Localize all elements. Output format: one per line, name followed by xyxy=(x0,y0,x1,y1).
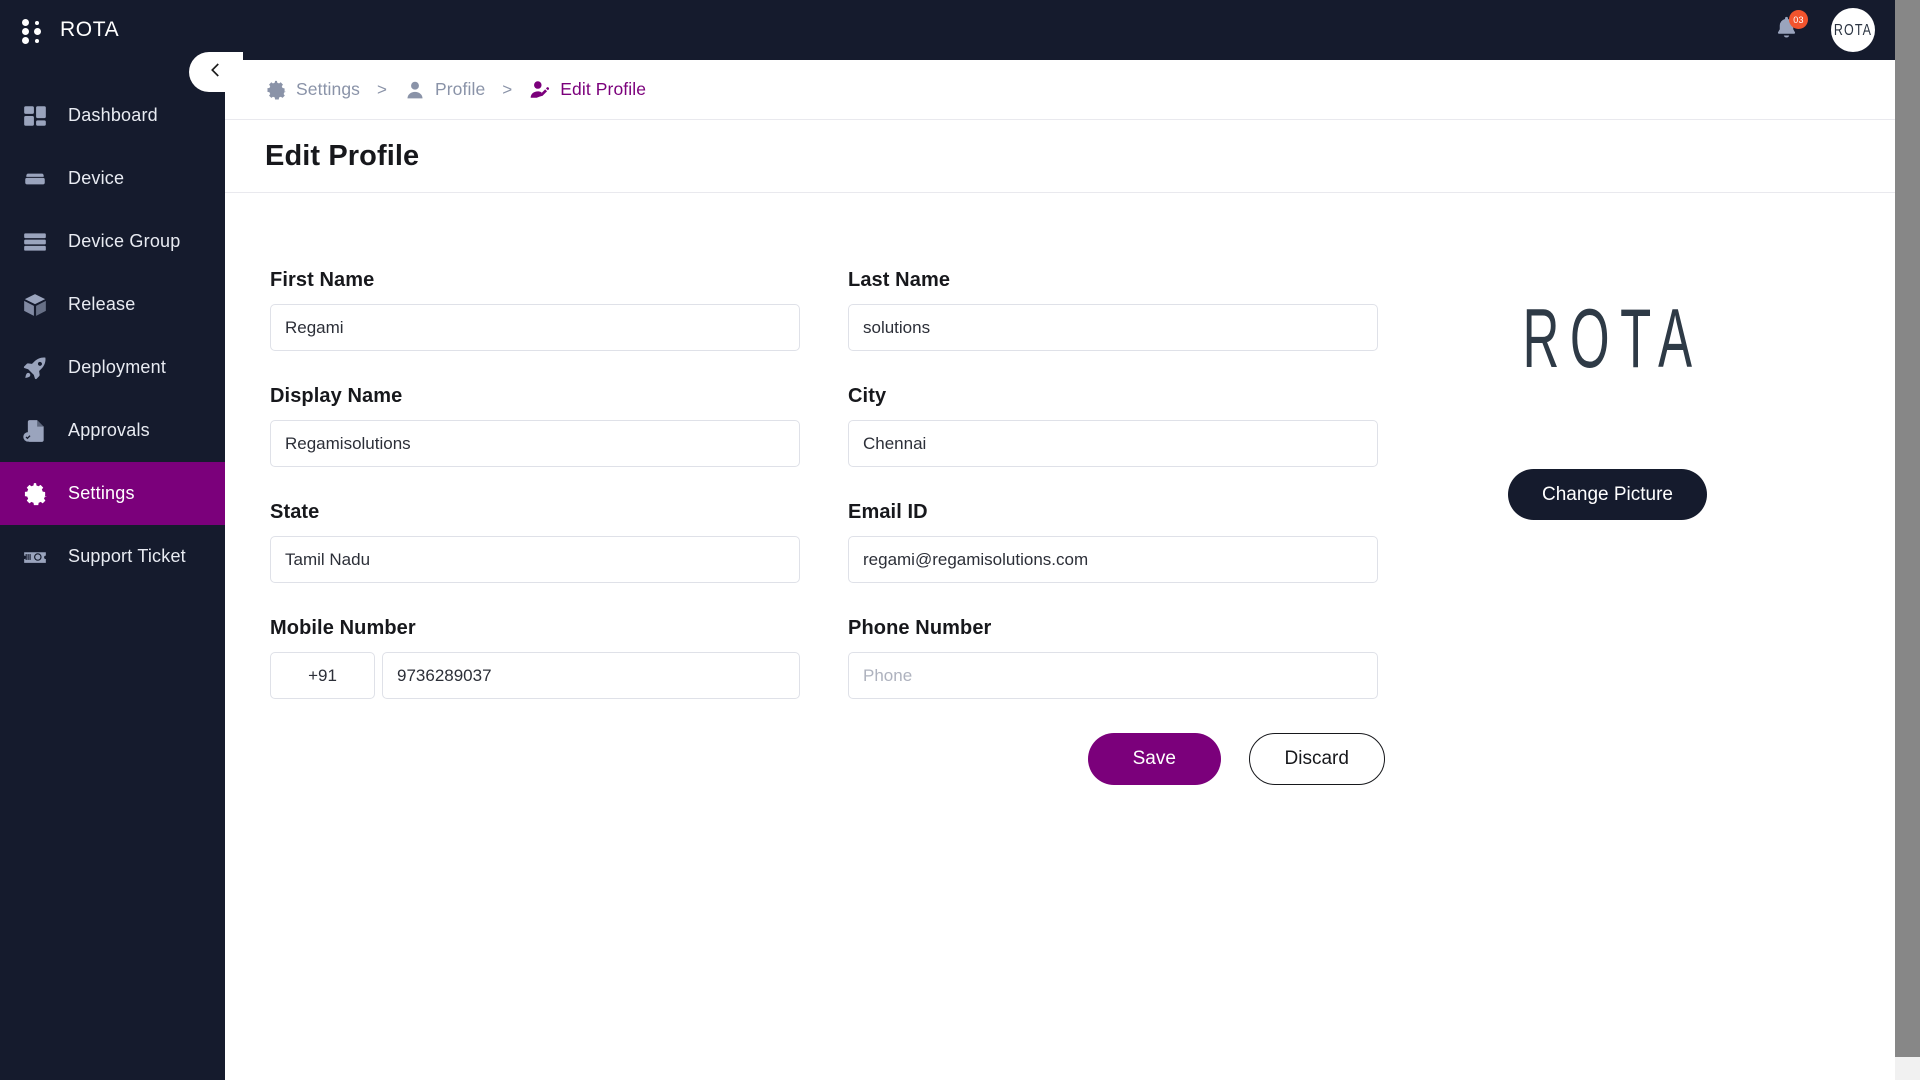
rocket-icon xyxy=(22,355,48,381)
sidebar-item-label: Device xyxy=(68,168,125,188)
box-package-icon xyxy=(22,292,48,318)
document-check-icon xyxy=(22,418,48,444)
country-code-select[interactable]: +91 xyxy=(270,652,375,699)
dashboard-grid-icon xyxy=(22,103,48,129)
brand-name: ROTA xyxy=(60,18,120,41)
field-label: Mobile Number xyxy=(270,617,416,639)
breadcrumb-item-edit-profile[interactable]: Edit Profile xyxy=(529,79,646,101)
sidebar-item-label: Support Ticket xyxy=(68,546,186,566)
sidebar-item-label: Dashboard xyxy=(68,105,158,125)
sidebar-item-device[interactable]: Device xyxy=(0,147,225,210)
app-root: ROTA Dashboard Device Device Group Relea… xyxy=(0,0,1920,1080)
avatar[interactable]: ROTA xyxy=(1831,8,1875,52)
breadcrumb-separator: > xyxy=(377,79,387,99)
dots-grid-icon xyxy=(22,17,44,44)
email-input[interactable]: regami@regamisolutions.com xyxy=(848,536,1378,583)
profile-picture-panel: ROTA Change Picture xyxy=(1385,269,1920,1080)
sidebar-item-label: Settings xyxy=(68,483,135,503)
sidebar-item-label: Approvals xyxy=(68,420,150,440)
field-label: State xyxy=(270,501,320,523)
field-label: Phone Number xyxy=(848,617,992,639)
breadcrumb-label: Edit Profile xyxy=(560,79,647,99)
main-region: 03 ROTA Settings > Profile > Edit Profil… xyxy=(225,0,1920,1080)
sidebar-nav: Dashboard Device Device Group Release De… xyxy=(0,84,225,588)
avatar-label: ROTA xyxy=(1833,21,1873,39)
field-display-name: Display Name Regamisolutions xyxy=(270,385,800,467)
breadcrumb-item-settings[interactable]: Settings xyxy=(265,79,360,101)
ticket-gear-icon xyxy=(22,544,48,570)
state-input[interactable]: Tamil Nadu xyxy=(270,536,800,583)
page-title-bar: Edit Profile xyxy=(225,120,1920,193)
server-device-icon xyxy=(22,166,48,192)
chevron-left-icon xyxy=(207,61,225,84)
sidebar-item-approvals[interactable]: Approvals xyxy=(0,399,225,462)
page-scrollbar-thumb[interactable] xyxy=(1895,0,1920,1057)
field-label: Display Name xyxy=(270,385,403,407)
field-first-name: First Name Regami xyxy=(270,269,800,351)
form-row: Mobile Number +91 9736289037 Phone Numbe… xyxy=(270,617,1385,699)
profile-picture: ROTA xyxy=(1503,279,1713,399)
sidebar-item-label: Device Group xyxy=(68,231,181,251)
user-edit-icon xyxy=(529,79,551,101)
field-state: State Tamil Nadu xyxy=(270,501,800,583)
page-scrollbar-track[interactable] xyxy=(1895,0,1920,1080)
edit-profile-form: First Name Regami Last Name solutions Di… xyxy=(225,269,1385,1080)
content-area: First Name Regami Last Name solutions Di… xyxy=(225,193,1920,1080)
brand[interactable]: ROTA xyxy=(0,0,225,60)
sidebar-collapse-button[interactable] xyxy=(189,52,243,92)
save-button[interactable]: Save xyxy=(1088,733,1221,785)
display-name-input[interactable]: Regamisolutions xyxy=(270,420,800,467)
field-phone-number: Phone Number Phone xyxy=(848,617,1378,699)
discard-button[interactable]: Discard xyxy=(1248,733,1385,785)
form-row: First Name Regami Last Name solutions xyxy=(270,269,1385,351)
phone-number-input[interactable]: Phone xyxy=(848,652,1378,699)
field-label: Last Name xyxy=(848,269,951,291)
field-mobile-number: Mobile Number +91 9736289037 xyxy=(270,617,800,699)
form-row: State Tamil Nadu Email ID regami@regamis… xyxy=(270,501,1385,583)
last-name-input[interactable]: solutions xyxy=(848,304,1378,351)
mobile-number-input[interactable]: 9736289037 xyxy=(382,652,800,699)
sidebar-item-device-group[interactable]: Device Group xyxy=(0,210,225,273)
field-last-name: Last Name solutions xyxy=(848,269,1378,351)
sidebar-item-label: Release xyxy=(68,294,136,314)
field-email-id: Email ID regami@regamisolutions.com xyxy=(848,501,1378,583)
form-row: Display Name Regamisolutions City Chenna… xyxy=(270,385,1385,467)
profile-logo-text: ROTA xyxy=(1522,292,1703,386)
sidebar-item-label: Deployment xyxy=(68,357,167,377)
breadcrumb: Settings > Profile > Edit Profile xyxy=(225,60,1920,120)
breadcrumb-label: Settings xyxy=(296,79,361,99)
gear-icon xyxy=(22,481,48,507)
first-name-input[interactable]: Regami xyxy=(270,304,800,351)
topbar: 03 ROTA xyxy=(225,0,1920,60)
field-city: City Chennai xyxy=(848,385,1378,467)
server-stack-icon xyxy=(22,229,48,255)
field-label: City xyxy=(848,385,887,407)
sidebar-item-settings[interactable]: Settings xyxy=(0,462,225,525)
user-icon xyxy=(404,79,426,101)
breadcrumb-item-profile[interactable]: Profile xyxy=(404,79,485,101)
sidebar: ROTA Dashboard Device Device Group Relea… xyxy=(0,0,225,1080)
page-title: Edit Profile xyxy=(265,139,420,172)
sidebar-item-deployment[interactable]: Deployment xyxy=(0,336,225,399)
breadcrumb-separator: > xyxy=(502,79,513,99)
breadcrumb-label: Profile xyxy=(434,79,486,99)
form-actions: Save Discard xyxy=(270,733,1385,785)
sidebar-item-release[interactable]: Release xyxy=(0,273,225,336)
field-label: Email ID xyxy=(848,501,928,523)
sidebar-item-dashboard[interactable]: Dashboard xyxy=(0,84,225,147)
gear-icon xyxy=(265,79,287,101)
notification-badge: 03 xyxy=(1789,10,1808,29)
field-label: First Name xyxy=(270,269,375,291)
sidebar-item-support-ticket[interactable]: Support Ticket xyxy=(0,525,225,588)
city-input[interactable]: Chennai xyxy=(848,420,1378,467)
change-picture-button[interactable]: Change Picture xyxy=(1508,469,1707,520)
mobile-number-group: +91 9736289037 xyxy=(270,652,800,699)
notification-button[interactable]: 03 xyxy=(1769,10,1808,47)
